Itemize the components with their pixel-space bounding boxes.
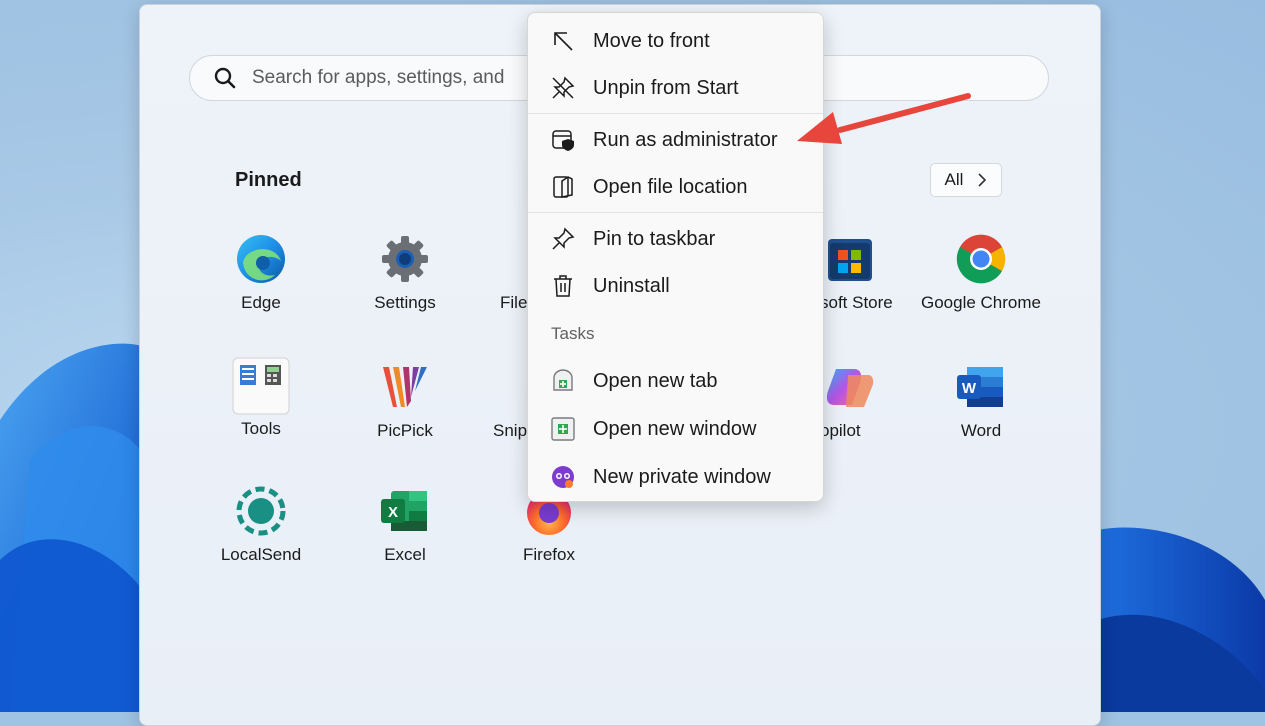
menu-item-open-file-location[interactable]: Open file location <box>528 164 823 210</box>
pin-icon <box>550 226 576 252</box>
store-icon <box>828 239 872 281</box>
edge-icon <box>237 235 285 283</box>
picpick-icon <box>383 367 427 407</box>
unpin-icon <box>550 75 576 101</box>
copilot-icon <box>826 369 874 407</box>
menu-item-label: Pin to taskbar <box>593 227 716 250</box>
new-tab-icon <box>550 368 576 394</box>
menu-item-open-new-tab[interactable]: Open new tab <box>528 358 823 404</box>
menu-item-label: Move to front <box>593 29 710 52</box>
menu-item-label: Open file location <box>593 175 748 198</box>
gear-icon <box>382 236 428 282</box>
menu-item-run-as-administrator[interactable]: Run as administrator <box>528 117 823 163</box>
svg-text:X: X <box>388 504 398 521</box>
app-picpick[interactable]: PicPick <box>335 361 475 441</box>
menu-item-label: New private window <box>593 465 771 488</box>
app-label: Edge <box>241 293 281 312</box>
app-label: LocalSend <box>220 545 302 564</box>
all-apps-label: All <box>944 170 964 189</box>
app-label: Word <box>960 421 1002 440</box>
menu-item-uninstall[interactable]: Uninstall <box>528 263 823 309</box>
app-localsend[interactable]: LocalSend <box>191 485 331 565</box>
menu-item-label: Unpin from Start <box>593 76 739 99</box>
menu-item-label: Uninstall <box>593 274 670 297</box>
menu-item-label: Run as administrator <box>593 128 778 151</box>
menu-separator <box>528 212 823 213</box>
menu-item-pin-to-taskbar[interactable]: Pin to taskbar <box>528 216 823 262</box>
menu-separator <box>528 113 823 114</box>
tasks-heading: Tasks <box>551 324 595 343</box>
chrome-icon <box>956 234 1006 284</box>
menu-item-open-new-window[interactable]: Open new window <box>528 406 823 452</box>
admin-shield-icon <box>550 127 576 153</box>
app-label: PicPick <box>377 421 433 440</box>
search-placeholder: Search for apps, settings, and <box>252 67 505 88</box>
app-excel[interactable]: X Excel <box>335 485 475 565</box>
app-google-chrome[interactable]: Google Chrome <box>911 233 1051 313</box>
trash-icon <box>550 273 576 299</box>
localsend-icon <box>236 486 286 536</box>
svg-text:W: W <box>962 380 977 397</box>
app-word[interactable]: W Word <box>911 361 1051 441</box>
file-location-icon <box>550 174 576 200</box>
app-label: Excel <box>384 545 426 564</box>
menu-item-unpin-from-start[interactable]: Unpin from Start <box>528 65 823 111</box>
app-label: Tools <box>241 419 281 438</box>
word-icon: W <box>957 367 1003 407</box>
menu-item-new-private-window[interactable]: New private window <box>528 454 823 500</box>
app-label: Firefox <box>523 545 575 564</box>
tools-icon <box>232 357 290 415</box>
menu-item-label: Open new tab <box>593 369 718 392</box>
chevron-right-icon <box>978 173 987 187</box>
app-settings[interactable]: Settings <box>335 233 475 313</box>
context-menu: Move to front Unpin from Start Run as ad… <box>527 12 824 502</box>
arrow-up-left-icon <box>550 28 576 54</box>
excel-icon: X <box>381 491 427 531</box>
search-icon <box>212 65 238 91</box>
menu-item-move-to-front[interactable]: Move to front <box>528 18 823 64</box>
app-label: Settings <box>374 293 436 312</box>
menu-item-label: Open new window <box>593 417 757 440</box>
pinned-heading: Pinned <box>235 169 302 191</box>
app-edge[interactable]: Edge <box>191 233 331 313</box>
private-window-icon <box>550 464 576 490</box>
app-tools[interactable]: Tools <box>191 357 331 439</box>
new-window-icon <box>550 416 576 442</box>
app-label: Google Chrome <box>920 293 1041 312</box>
all-apps-button[interactable]: All <box>930 163 1002 197</box>
